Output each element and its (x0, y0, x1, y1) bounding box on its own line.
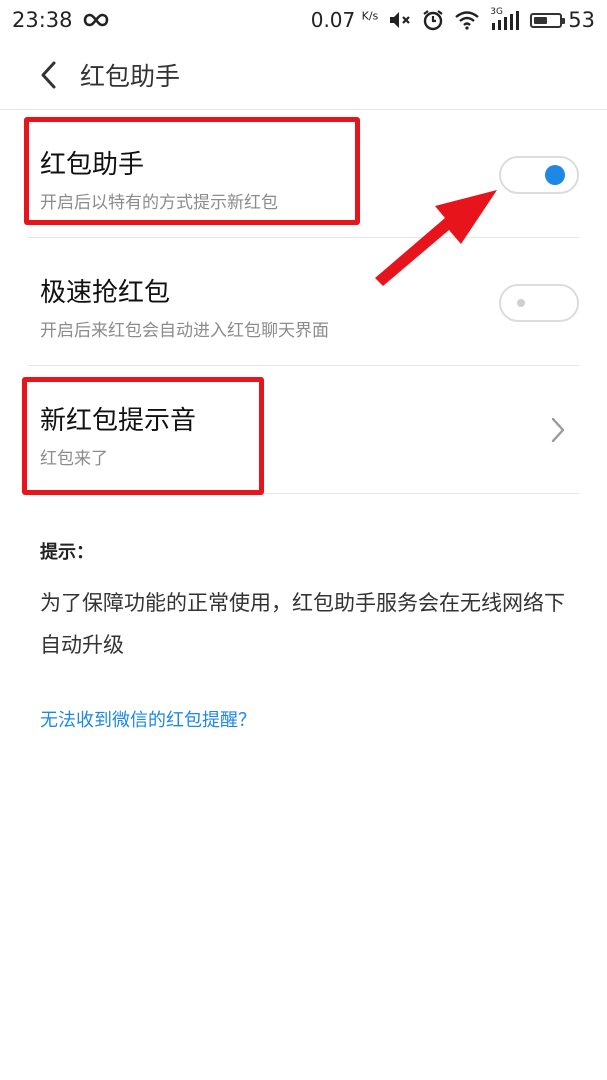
status-bar: 23:38 0.07 K/s 3G 53 (0, 0, 607, 40)
setting-new-packet-sound[interactable]: 新红包提示音 红包来了 (28, 366, 579, 494)
setting-title: 极速抢红包 (40, 278, 171, 308)
fast-grab-toggle[interactable] (499, 284, 579, 322)
tips-label: 提示： (40, 542, 94, 563)
mute-icon (390, 12, 411, 28)
signal-icon (492, 11, 520, 30)
help-link[interactable]: 无法收到微信的红包提醒？ (40, 706, 256, 732)
back-chevron-icon (41, 61, 56, 88)
toggle-knob (545, 165, 565, 185)
status-time: 23:38 (12, 8, 73, 32)
network-speed-unit: K/s (361, 9, 379, 23)
back-button[interactable] (18, 40, 78, 110)
header: 红包助手 (0, 40, 607, 110)
tips-section: 提示： 为了保障功能的正常使用，红包助手服务会在无线网络下自动升级 (40, 538, 570, 666)
setting-subtitle: 红包来了 (40, 449, 108, 469)
battery-percent: 53 (568, 8, 595, 32)
setting-fast-grab[interactable]: 极速抢红包 开启后来红包会自动进入红包聊天界面 (28, 238, 579, 366)
infinity-icon (83, 13, 108, 27)
cellular-signal: 3G (490, 7, 520, 31)
chevron-right-icon (551, 417, 565, 443)
status-right: 0.07 K/s 3G 53 (311, 7, 595, 32)
toggle-knob (517, 299, 525, 307)
battery: 53 (530, 8, 595, 32)
settings-list: 红包助手 开启后以特有的方式提示新红包 极速抢红包 开启后来红包会自动进入红包聊… (0, 110, 607, 494)
setting-subtitle: 开启后来红包会自动进入红包聊天界面 (40, 321, 329, 341)
battery-icon (530, 12, 566, 28)
tips-text: 为了保障功能的正常使用，红包助手服务会在无线网络下自动升级 (40, 591, 565, 657)
alarm-icon (423, 10, 443, 31)
setting-title: 新红包提示音 (40, 406, 197, 436)
setting-title: 红包助手 (40, 150, 145, 180)
network-speed-value: 0.07 (310, 8, 356, 32)
setting-subtitle: 开启后以特有的方式提示新红包 (40, 193, 278, 213)
battery-fill (534, 16, 548, 24)
wifi-icon (455, 11, 480, 30)
red-packet-assistant-toggle[interactable] (499, 156, 579, 194)
page-title: 红包助手 (80, 61, 181, 91)
network-speed: 0.07 K/s (311, 8, 379, 32)
status-left: 23:38 (12, 8, 109, 32)
setting-red-packet-assistant[interactable]: 红包助手 开启后以特有的方式提示新红包 (28, 110, 579, 238)
battery-tip (562, 17, 566, 24)
